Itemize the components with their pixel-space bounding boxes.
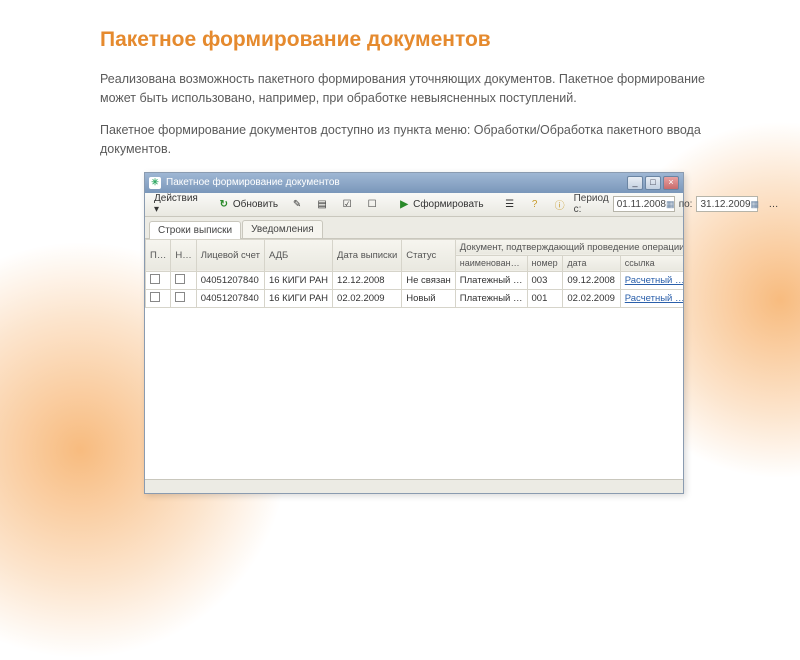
minimize-button[interactable]: _ <box>627 176 643 190</box>
document-icon: ▤ <box>316 198 328 210</box>
refresh-label: Обновить <box>233 199 278 210</box>
cell-doc-link[interactable]: Расчетный … <box>620 289 683 307</box>
intro-paragraph-2: Пакетное формирование документов доступн… <box>100 121 728 160</box>
uncheckall-button[interactable]: ☐ <box>361 195 383 213</box>
row-check2[interactable] <box>171 271 196 289</box>
cell-doc-number: 001 <box>527 289 563 307</box>
grid-area: П… Н… Лицевой счет АДБ Дата выписки Стат… <box>145 239 683 479</box>
refresh-button[interactable]: ↻ Обновить <box>213 195 283 213</box>
col-mark2[interactable]: Н… <box>171 239 196 271</box>
cell-adb: 16 КИГИ РАН <box>264 289 332 307</box>
app-window: ✳ Пакетное формирование документов _ □ ×… <box>144 172 684 494</box>
tab-statement-lines[interactable]: Строки выписки <box>149 221 241 239</box>
refresh-icon: ↻ <box>218 198 230 210</box>
period-label: Период с: <box>574 193 609 215</box>
edit-button[interactable]: ✎ <box>286 195 308 213</box>
cell-account: 04051207840 <box>196 271 264 289</box>
titlebar: ✳ Пакетное формирование документов _ □ × <box>145 173 683 193</box>
col-mark1[interactable]: П… <box>146 239 171 271</box>
col-group-document: Документ, подтверждающий проведение опер… <box>455 239 683 255</box>
period-from-value: 01.11.2008 <box>617 199 666 210</box>
table-row[interactable]: 0405120784016 КИГИ РАН02.02.2009НовыйПла… <box>146 289 684 307</box>
row-check1[interactable] <box>146 289 171 307</box>
close-button[interactable]: × <box>663 176 679 190</box>
actions-menu[interactable]: Действия ▾ <box>149 195 203 213</box>
tab-notifications[interactable]: Уведомления <box>242 220 323 238</box>
cell-doc-name: Платежный … <box>455 271 527 289</box>
cell-date: 12.12.2008 <box>333 271 402 289</box>
col-doc-link[interactable]: ссылка <box>620 255 683 271</box>
data-grid: П… Н… Лицевой счет АДБ Дата выписки Стат… <box>145 239 683 308</box>
help-icon: ? <box>529 198 541 210</box>
col-doc-date[interactable]: дата <box>563 255 620 271</box>
cell-status: Не связан <box>402 271 456 289</box>
doc-button[interactable]: ▤ <box>311 195 333 213</box>
calendar-icon[interactable]: ▦ <box>751 199 760 210</box>
app-icon: ✳ <box>149 177 161 189</box>
play-icon: ▶ <box>398 198 410 210</box>
col-status[interactable]: Статус <box>402 239 456 271</box>
period-to-label: по: <box>679 199 693 210</box>
intro-paragraph-1: Реализована возможность пакетного формир… <box>100 70 728 109</box>
cell-status: Новый <box>402 289 456 307</box>
form-label: Сформировать <box>413 199 484 210</box>
info-button[interactable]: ⓘ <box>549 195 571 213</box>
col-doc-number[interactable]: номер <box>527 255 563 271</box>
doc-link[interactable]: Расчетный … <box>625 293 683 304</box>
cell-date: 02.02.2009 <box>333 289 402 307</box>
doc-link[interactable]: Расчетный … <box>625 275 683 286</box>
period-filter: Период с: 01.11.2008 ▦ по: 31.12.2009 ▦ … <box>574 193 785 215</box>
col-adb[interactable]: АДБ <box>264 239 332 271</box>
status-bar <box>145 479 683 493</box>
row-check1[interactable] <box>146 271 171 289</box>
cell-account: 04051207840 <box>196 289 264 307</box>
cell-doc-name: Платежный … <box>455 289 527 307</box>
page-title: Пакетное формирование документов <box>100 28 728 52</box>
help-button[interactable]: ? <box>524 195 546 213</box>
col-statement-date[interactable]: Дата выписки <box>333 239 402 271</box>
checkall-button[interactable]: ☑ <box>336 195 358 213</box>
pencil-icon: ✎ <box>291 198 303 210</box>
checkbox-off-icon: ☐ <box>366 198 378 210</box>
cell-doc-date: 09.12.2008 <box>563 271 620 289</box>
tab-strip: Строки выписки Уведомления <box>145 217 683 239</box>
col-doc-name[interactable]: наименован… <box>455 255 527 271</box>
checkbox-on-icon: ☑ <box>341 198 353 210</box>
period-to-value: 31.12.2009 <box>700 199 750 210</box>
ellipsis-icon: … <box>767 198 779 210</box>
period-from-input[interactable]: 01.11.2008 ▦ <box>613 196 675 212</box>
calendar-icon[interactable]: ▦ <box>666 199 675 210</box>
form-button[interactable]: ▶ Сформировать <box>393 195 489 213</box>
list-button[interactable]: ☰ <box>499 195 521 213</box>
toolbar: Действия ▾ ↻ Обновить ✎ ▤ ☑ ☐ ▶ Сформиро… <box>145 193 683 217</box>
table-row[interactable]: 0405120784016 КИГИ РАН12.12.2008Не связа… <box>146 271 684 289</box>
maximize-button[interactable]: □ <box>645 176 661 190</box>
period-to-input[interactable]: 31.12.2009 ▦ <box>696 196 758 212</box>
col-account[interactable]: Лицевой счет <box>196 239 264 271</box>
cell-doc-number: 003 <box>527 271 563 289</box>
cell-doc-date: 02.02.2009 <box>563 289 620 307</box>
cell-adb: 16 КИГИ РАН <box>264 271 332 289</box>
window-title: Пакетное формирование документов <box>166 177 340 188</box>
cell-doc-link[interactable]: Расчетный … <box>620 271 683 289</box>
list-icon: ☰ <box>504 198 516 210</box>
row-check2[interactable] <box>171 289 196 307</box>
info-icon: ⓘ <box>554 198 566 210</box>
period-picker-button[interactable]: … <box>762 195 784 213</box>
